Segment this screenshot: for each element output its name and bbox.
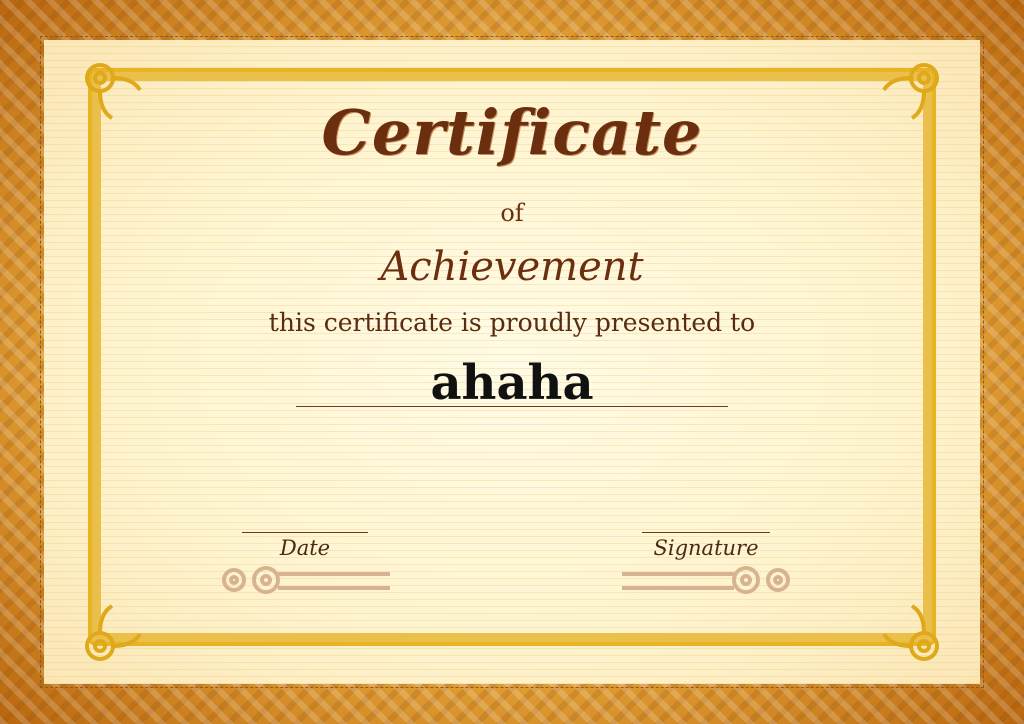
- presented-text: this certificate is proudly presented to: [268, 308, 756, 337]
- corner-swirl-icon: [882, 604, 939, 661]
- corner-swirl-icon: [85, 604, 142, 661]
- signature-line: [642, 532, 770, 533]
- certificate-subtitle: Achievement: [380, 244, 644, 290]
- date-flourish-icon: [222, 566, 390, 594]
- signature-label: Signature: [653, 536, 759, 560]
- date-line: [242, 532, 368, 533]
- signature-flourish-icon: [622, 566, 790, 594]
- certificate-title: Certificate: [321, 96, 703, 169]
- date-label: Date: [279, 536, 331, 560]
- recipient-underline: [296, 406, 728, 407]
- title-connector: of: [500, 199, 524, 227]
- recipient-name: ahaha: [430, 355, 594, 411]
